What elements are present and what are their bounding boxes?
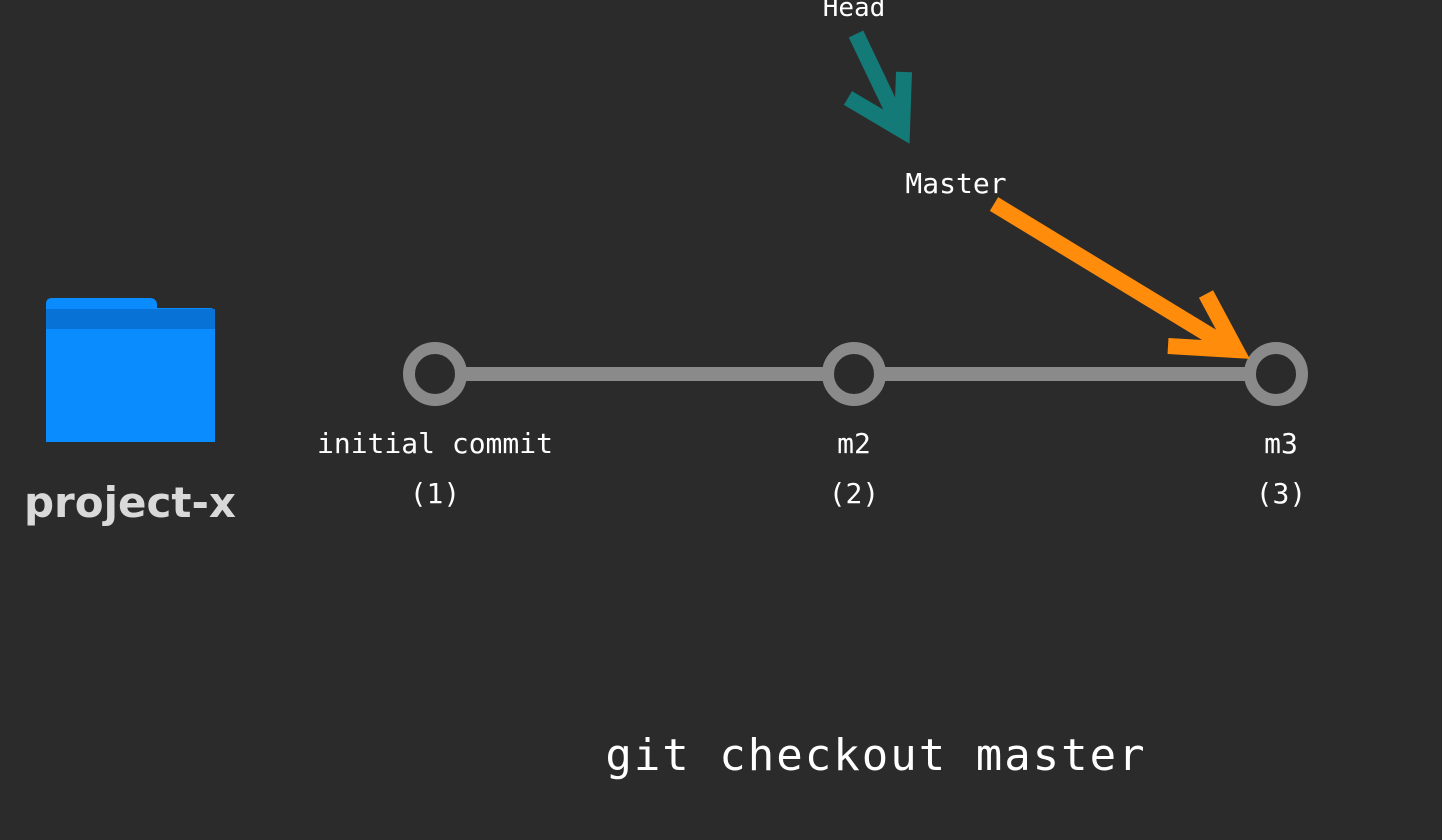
commit-node-1 [403, 342, 467, 406]
commit-node-3 [1244, 342, 1308, 406]
commit-node-2 [822, 342, 886, 406]
commit-message-1: initial commit [317, 427, 553, 460]
diagram-stage: project-x initial commit (1) m2 (2) m3 (… [0, 0, 1442, 840]
commit-number-1: (1) [410, 477, 461, 510]
commit-number-3: (3) [1256, 477, 1307, 510]
commit-number-2: (2) [829, 477, 880, 510]
head-label: Head [823, 0, 886, 23]
commit-timeline [403, 342, 1308, 406]
commit-message-3: m3 [1264, 427, 1298, 460]
commit-message-2: m2 [837, 427, 871, 460]
git-branch-diagram: project-x initial commit (1) m2 (2) m3 (… [24, 0, 1308, 781]
command-text: git checkout master [605, 730, 1146, 781]
master-label: Master [905, 167, 1006, 200]
head-arrow-icon [843, 30, 912, 144]
folder-icon [46, 298, 215, 442]
folder-name: project-x [24, 478, 236, 527]
master-arrow-icon [989, 197, 1250, 359]
